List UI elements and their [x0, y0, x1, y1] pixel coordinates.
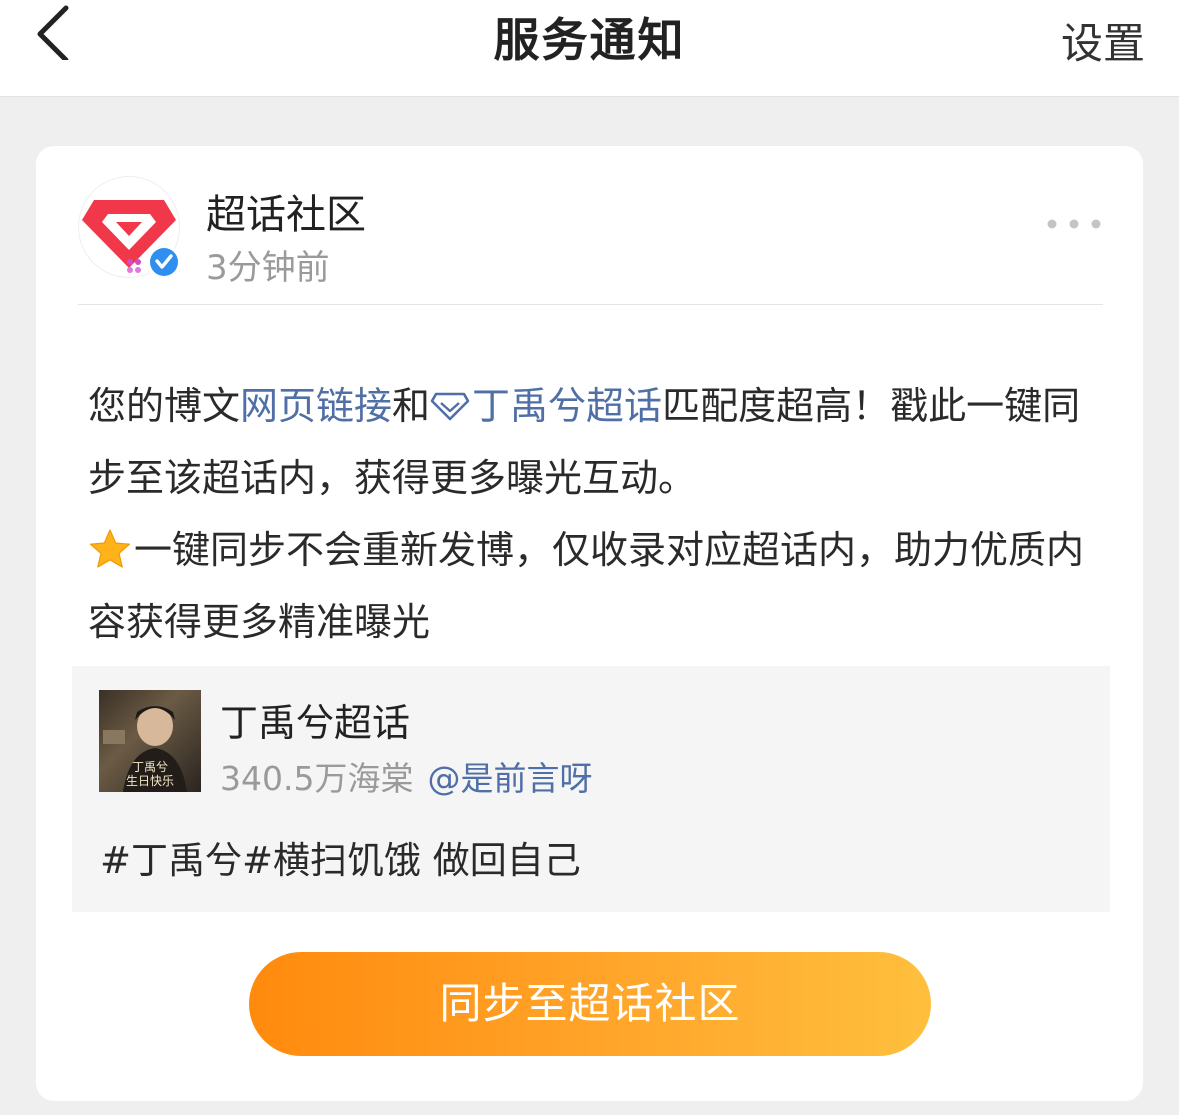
- more-dots-icon: [1047, 219, 1101, 229]
- topic-thumbnail[interactable]: 丁禹兮 生日快乐: [99, 690, 201, 792]
- message-text: 一键同步不会重新发博，仅收录对应超话内，助力优质内容获得更多精准曝光: [88, 528, 1085, 644]
- notification-header: 超话社区 3分钟前: [78, 176, 1103, 305]
- thumbnail-caption-line2: 生日快乐: [125, 774, 174, 788]
- thumbnail-caption-line1: 丁禹兮: [131, 760, 168, 774]
- thumbnail-caption: 丁禹兮 生日快乐: [99, 760, 201, 788]
- webpage-link[interactable]: 网页链接: [240, 384, 392, 428]
- star-icon: [89, 529, 131, 568]
- settings-button[interactable]: 设置: [1061, 10, 1145, 71]
- post-preview[interactable]: 丁禹兮 生日快乐 丁禹兮超话 340.5万海棠 @是前言呀 #丁禹兮#横扫饥饿 做回…: [72, 666, 1110, 912]
- message-text: 您的博文: [88, 384, 241, 428]
- sender-avatar[interactable]: [78, 176, 181, 279]
- sync-to-supertopic-button[interactable]: 同步至超话社区: [249, 952, 931, 1056]
- post-text: #丁禹兮#横扫饥饿 做回自己: [100, 839, 581, 882]
- verified-check-icon: [147, 245, 181, 279]
- sender-name[interactable]: 超话社区: [206, 182, 366, 240]
- page-title: 服务通知: [493, 13, 686, 67]
- notification-message: 您的博文网页链接和 丁禹兮超话匹配度超高！戳此一键同步至该超话内，获得更多曝光互动…: [88, 370, 1108, 658]
- follower-count: 340.5万海棠: [220, 759, 414, 798]
- top-nav-bar: 服务通知 设置: [0, 0, 1179, 97]
- topic-link[interactable]: 丁禹兮超话: [430, 384, 662, 428]
- username-link[interactable]: @是前言呀: [427, 759, 592, 798]
- diamond-icon: [430, 392, 470, 421]
- sender-time: 3分钟前: [206, 248, 330, 288]
- notification-card: 超话社区 3分钟前 您的博文网页链接和 丁禹兮超话匹配度超高！戳此一键同步至该超话…: [36, 146, 1143, 1101]
- topic-name[interactable]: 丁禹兮超话: [220, 692, 410, 747]
- more-options-button[interactable]: [1045, 212, 1103, 236]
- message-text: 和: [392, 384, 431, 428]
- topic-link-label: 丁禹兮超话: [472, 384, 663, 428]
- topic-stats: 340.5万海棠 @是前言呀: [220, 752, 592, 800]
